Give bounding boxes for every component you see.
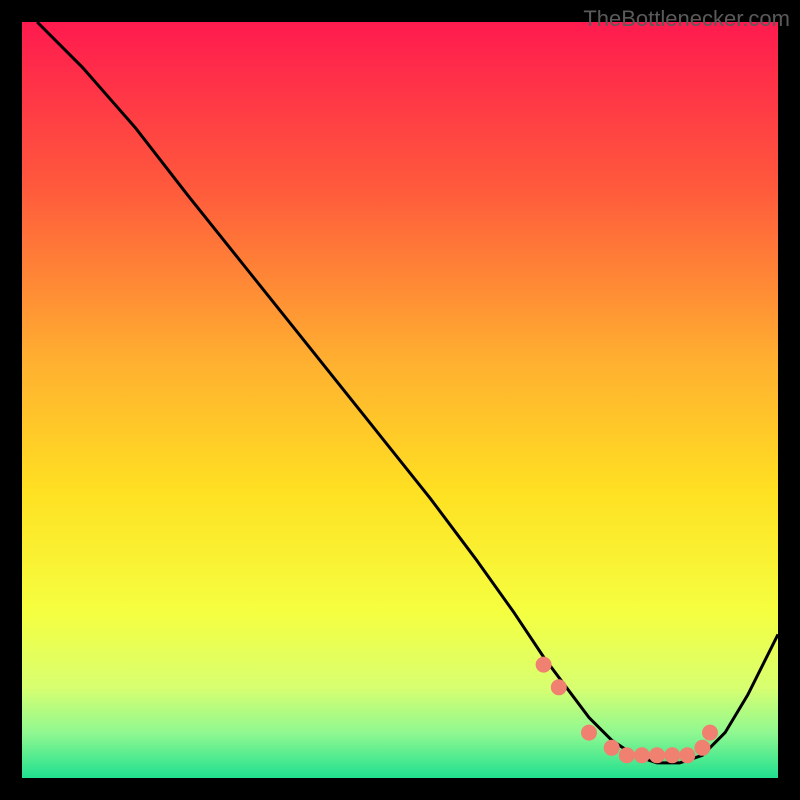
marker-dot xyxy=(581,725,597,741)
chart-container: TheBottlenecker.com xyxy=(0,0,800,800)
marker-dot xyxy=(604,740,620,756)
marker-dots xyxy=(536,657,718,764)
marker-dot xyxy=(536,657,552,673)
plot-area xyxy=(22,22,778,778)
marker-dot xyxy=(679,747,695,763)
marker-dot xyxy=(702,725,718,741)
marker-dot xyxy=(664,747,680,763)
marker-dot xyxy=(551,679,567,695)
marker-dot xyxy=(619,747,635,763)
line-series-curve xyxy=(37,22,778,763)
chart-svg xyxy=(22,22,778,778)
marker-dot xyxy=(694,740,710,756)
marker-dot xyxy=(649,747,665,763)
marker-dot xyxy=(634,747,650,763)
watermark-text: TheBottlenecker.com xyxy=(583,6,790,32)
